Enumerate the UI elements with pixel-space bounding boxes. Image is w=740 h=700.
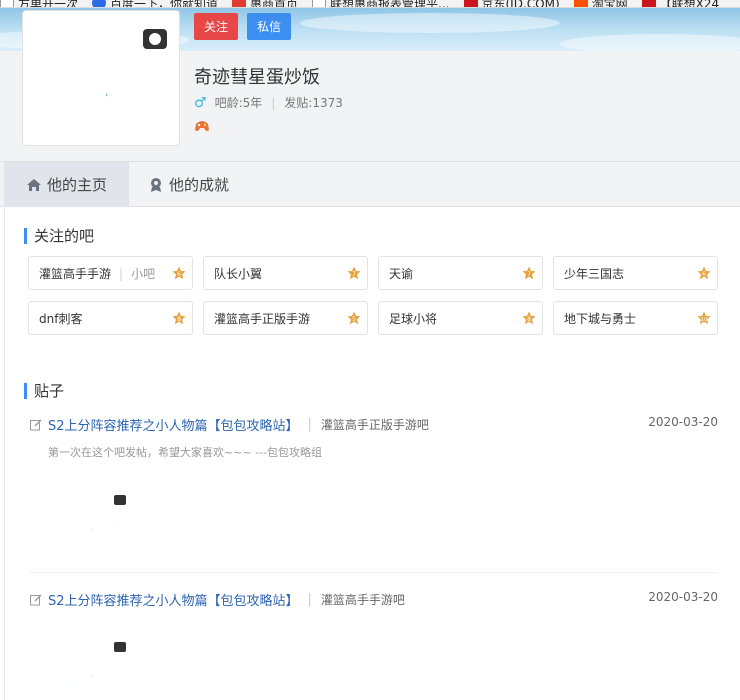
tab-achievements[interactable]: 他的成就: [148, 162, 229, 207]
post-date: 2020-03-20: [648, 415, 718, 429]
post-title-link[interactable]: S2上分阵容推荐之小人物篇【包包攻略站】: [48, 415, 299, 434]
post-thumbnail[interactable]: 灌篮高手 正版授权手游: [48, 632, 134, 698]
svg-text:7: 7: [352, 271, 356, 278]
edit-icon: [30, 419, 42, 430]
svg-text:5: 5: [352, 316, 356, 323]
post-count: 发贴:1373: [284, 96, 343, 110]
tab-home[interactable]: 他的主页: [4, 162, 129, 207]
followed-bars-title: 关注的吧: [24, 228, 94, 244]
bookmark-item[interactable]: 百度一下，你就知道: [92, 0, 218, 7]
level-star-icon: 8: [172, 311, 186, 325]
post-forum-link[interactable]: 灌篮高手手游吧: [321, 591, 405, 608]
level-star-icon: 7: [347, 266, 361, 280]
followed-bar-item[interactable]: 灌篮高手正版手游 5: [203, 301, 368, 335]
moderator-tag: 小吧: [131, 266, 156, 281]
follow-button[interactable]: 关注: [194, 13, 239, 40]
post-title-link[interactable]: S2上分阵容推荐之小人物篇【包包攻略站】: [48, 590, 299, 609]
post-divider: [30, 572, 718, 573]
svg-text:6: 6: [702, 271, 706, 278]
male-icon: ♂: [194, 94, 207, 111]
bar-age: 吧龄:5年: [214, 96, 263, 110]
level-star-icon: 7: [522, 266, 536, 280]
svg-text:8: 8: [527, 316, 531, 323]
svg-text:7: 7: [527, 271, 531, 278]
user-meta: ♂ 吧龄:5年 | 发贴:1373: [194, 94, 343, 111]
bookmark-item[interactable]: 【联想X24: [641, 0, 719, 7]
level-star-icon: 6: [697, 266, 711, 280]
bookmark-item[interactable]: 淘宝网: [573, 0, 628, 7]
content-border: [4, 207, 5, 700]
gamepad-badge-icon[interactable]: [194, 119, 210, 133]
home-icon: [26, 178, 41, 191]
followed-bar-item[interactable]: 地下城与勇士 10: [553, 301, 718, 335]
level-star-icon: 6: [172, 266, 186, 280]
jd-logo-icon: [641, 0, 656, 7]
page-icon: [0, 0, 14, 7]
bookmark-item[interactable]: 方单开一次: [0, 0, 78, 7]
svg-text:8: 8: [177, 316, 181, 323]
post-date: 2020-03-20: [648, 590, 718, 604]
username: 奇迹彗星蛋炒饭: [194, 67, 320, 88]
e-logo-icon: [232, 0, 247, 7]
jd-logo-icon: [463, 0, 478, 7]
baidu-paw-icon: [92, 0, 107, 7]
avatar[interactable]: 灌篮高手 正版授权手游: [22, 10, 180, 146]
followed-bar-item[interactable]: 足球小将 8: [378, 301, 543, 335]
bookmarks-bar: 方单开一次 百度一下，你就知道 惠商首页 联想惠商报表管理平... 京东(JD.…: [0, 0, 740, 8]
bookmark-item[interactable]: 联想惠商报表管理平...: [312, 0, 450, 7]
post-forum-link[interactable]: 灌篮高手正版手游吧: [321, 416, 429, 433]
meta-divider: |: [271, 95, 276, 110]
profile-tabs: 他的主页 他的成就: [0, 161, 740, 207]
medal-icon: [151, 177, 161, 192]
level-star-icon: 10: [697, 311, 711, 325]
edit-icon: [30, 594, 42, 605]
svg-text:10: 10: [701, 317, 708, 323]
post-thumbnail[interactable]: 灌篮高手 正版授权手游: [48, 485, 134, 551]
page-icon: [312, 0, 327, 7]
svg-text:6: 6: [177, 271, 181, 278]
post-item: S2上分阵容推荐之小人物篇【包包攻略站】 | 灌篮高手正版手游吧 2020-03…: [30, 415, 718, 545]
followed-bar-item[interactable]: 少年三国志 6: [553, 256, 718, 290]
posts-title: 贴子: [24, 383, 64, 399]
game-logo-image: 灌篮高手 正版授权手游: [29, 29, 170, 124]
post-summary: 第一次在这个吧发帖，希望大家喜欢~~~ ---包包攻略组: [48, 446, 323, 459]
bookmark-item[interactable]: 京东(JD.COM): [463, 0, 560, 7]
followed-bar-item[interactable]: dnf刺客 8: [28, 301, 193, 335]
bookmark-item[interactable]: 惠商首页: [232, 0, 298, 7]
taobao-logo-icon: [573, 0, 588, 7]
level-star-icon: 8: [522, 311, 536, 325]
followed-bar-item[interactable]: 队长小翼 7: [203, 256, 368, 290]
followed-bar-item[interactable]: 灌篮高手手游 | 小吧 6: [28, 256, 193, 290]
message-button[interactable]: 私信: [247, 13, 292, 40]
followed-bar-item[interactable]: 天谕 7: [378, 256, 543, 290]
post-item: S2上分阵容推荐之小人物篇【包包攻略站】 | 灌篮高手手游吧 2020-03-2…: [30, 590, 718, 692]
level-star-icon: 5: [347, 311, 361, 325]
